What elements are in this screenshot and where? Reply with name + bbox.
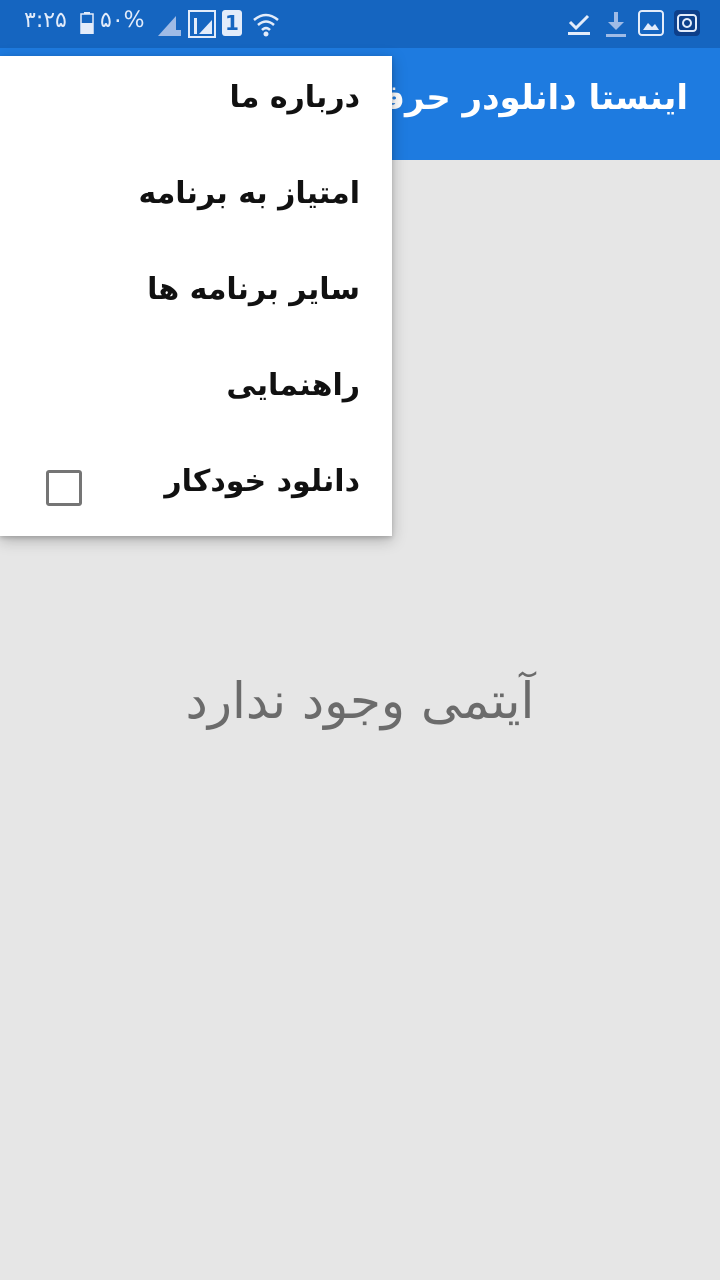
status-time: ۳:۲۵ xyxy=(24,8,67,33)
sim-slot-number: 1 xyxy=(225,11,239,35)
menu-item-label: درباره ما xyxy=(229,80,360,115)
menu-item-label: امتیاز به برنامه xyxy=(138,176,360,211)
auto-download-checkbox[interactable] xyxy=(46,470,82,506)
check-icon xyxy=(568,14,590,35)
menu-item-label: راهنمایی xyxy=(226,368,360,403)
image-icon xyxy=(638,10,664,36)
instagram-icon xyxy=(674,10,700,36)
app-title: اینستا دانلودر حرفه xyxy=(362,78,688,118)
menu-item-label: دانلود خودکار xyxy=(164,464,360,499)
menu-item-about[interactable]: درباره ما xyxy=(0,56,392,152)
empty-state-text: آیتمی وجود ندارد xyxy=(185,672,535,730)
wifi-icon xyxy=(253,13,279,37)
signal-icon xyxy=(158,16,181,36)
menu-item-auto-download[interactable]: دانلود خودکار xyxy=(0,440,392,536)
sim-icon: 1 xyxy=(222,10,242,36)
signal-data-icon xyxy=(188,10,216,38)
status-bar: ۳:۲۵ ۵۰% 1 xyxy=(0,0,720,48)
menu-item-other-apps[interactable]: سایر برنامه ها xyxy=(0,248,392,344)
overflow-menu: درباره ما امتیاز به برنامه سایر برنامه ه… xyxy=(0,56,392,536)
menu-item-label: سایر برنامه ها xyxy=(147,272,360,307)
menu-item-rate-app[interactable]: امتیاز به برنامه xyxy=(0,152,392,248)
download-icon xyxy=(606,12,626,37)
battery-percent: ۵۰% xyxy=(100,8,145,33)
battery-icon xyxy=(80,12,94,34)
menu-item-help[interactable]: راهنمایی xyxy=(0,344,392,440)
